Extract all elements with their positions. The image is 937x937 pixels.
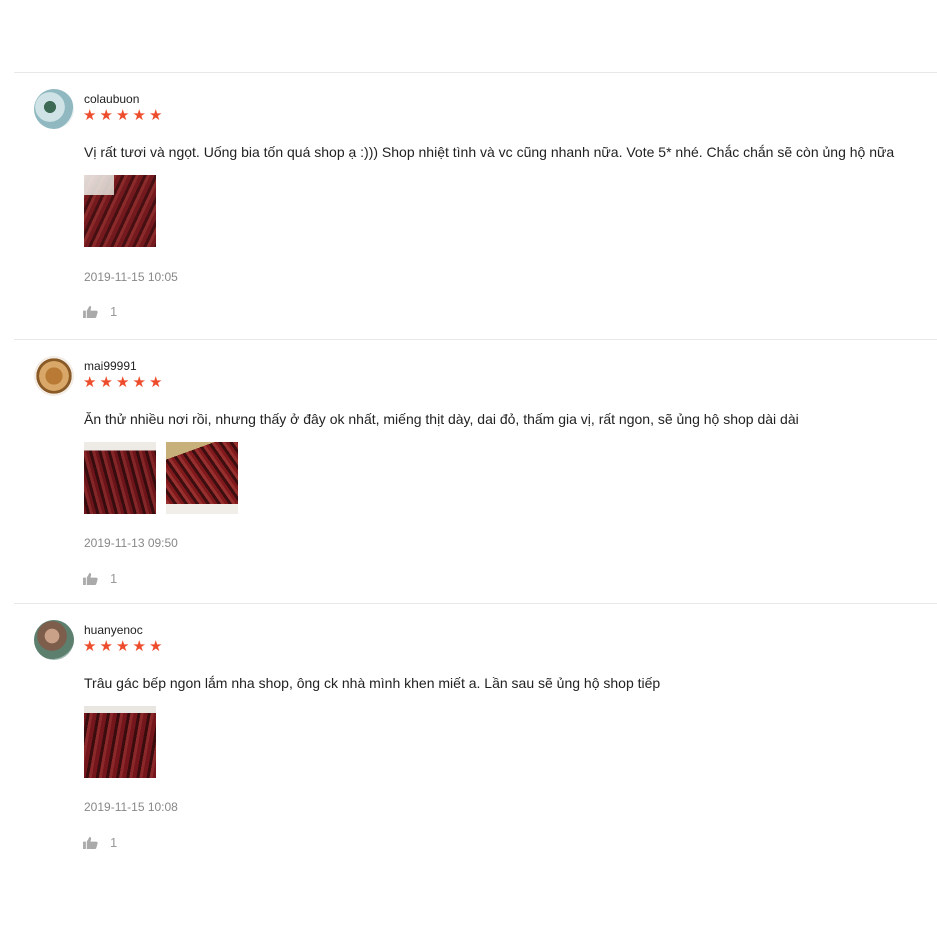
review-divider bbox=[14, 603, 937, 604]
star-icon: ★ bbox=[132, 638, 146, 655]
review-photo[interactable] bbox=[166, 442, 238, 514]
rating-stars: ★ ★ ★ ★ ★ bbox=[83, 639, 165, 654]
star-icon: ★ bbox=[83, 638, 97, 655]
rating-stars: ★ ★ ★ ★ ★ bbox=[83, 108, 165, 123]
star-icon: ★ bbox=[116, 638, 130, 655]
review-timestamp: 2019-11-13 09:50 bbox=[84, 536, 178, 550]
review-timestamp: 2019-11-15 10:05 bbox=[84, 270, 178, 284]
review-timestamp: 2019-11-15 10:08 bbox=[84, 800, 178, 814]
avatar[interactable] bbox=[34, 356, 74, 396]
thumbs-up-icon bbox=[83, 572, 98, 585]
review-photos bbox=[84, 175, 156, 247]
review-username[interactable]: colaubuon bbox=[84, 92, 139, 106]
avatar[interactable] bbox=[34, 620, 74, 660]
like-button[interactable]: 1 bbox=[83, 571, 117, 586]
review-comment: Vị rất tươi và ngọt. Uống bia tốn quá sh… bbox=[84, 144, 895, 160]
star-icon: ★ bbox=[99, 374, 113, 391]
star-icon: ★ bbox=[99, 107, 113, 124]
review-username[interactable]: mai99991 bbox=[84, 359, 137, 373]
top-divider bbox=[14, 72, 937, 73]
thumbs-up-icon bbox=[83, 836, 98, 849]
review-comment: Ăn thử nhiều nơi rồi, nhưng thấy ở đây o… bbox=[84, 411, 799, 427]
like-count: 1 bbox=[110, 571, 118, 586]
review-photo[interactable] bbox=[84, 175, 156, 247]
like-button[interactable]: 1 bbox=[83, 304, 117, 319]
star-icon: ★ bbox=[99, 638, 113, 655]
review-photos bbox=[84, 442, 238, 514]
star-icon: ★ bbox=[83, 374, 97, 391]
like-count: 1 bbox=[110, 835, 118, 850]
star-icon: ★ bbox=[132, 107, 146, 124]
review-comment: Trâu gác bếp ngon lắm nha shop, ông ck n… bbox=[84, 675, 661, 691]
star-icon: ★ bbox=[83, 107, 97, 124]
avatar[interactable] bbox=[34, 89, 74, 129]
like-button[interactable]: 1 bbox=[83, 835, 117, 850]
review-divider bbox=[14, 339, 937, 340]
star-icon: ★ bbox=[116, 374, 130, 391]
review-photo[interactable] bbox=[84, 706, 156, 778]
like-count: 1 bbox=[110, 304, 118, 319]
review-photo[interactable] bbox=[84, 442, 156, 514]
rating-stars: ★ ★ ★ ★ ★ bbox=[83, 375, 165, 390]
review-username[interactable]: huanyenoc bbox=[84, 623, 143, 637]
star-icon: ★ bbox=[116, 107, 130, 124]
star-icon: ★ bbox=[149, 107, 163, 124]
review-photos bbox=[84, 706, 156, 778]
thumbs-up-icon bbox=[83, 305, 98, 318]
star-icon: ★ bbox=[132, 374, 146, 391]
star-icon: ★ bbox=[149, 638, 163, 655]
star-icon: ★ bbox=[149, 374, 163, 391]
